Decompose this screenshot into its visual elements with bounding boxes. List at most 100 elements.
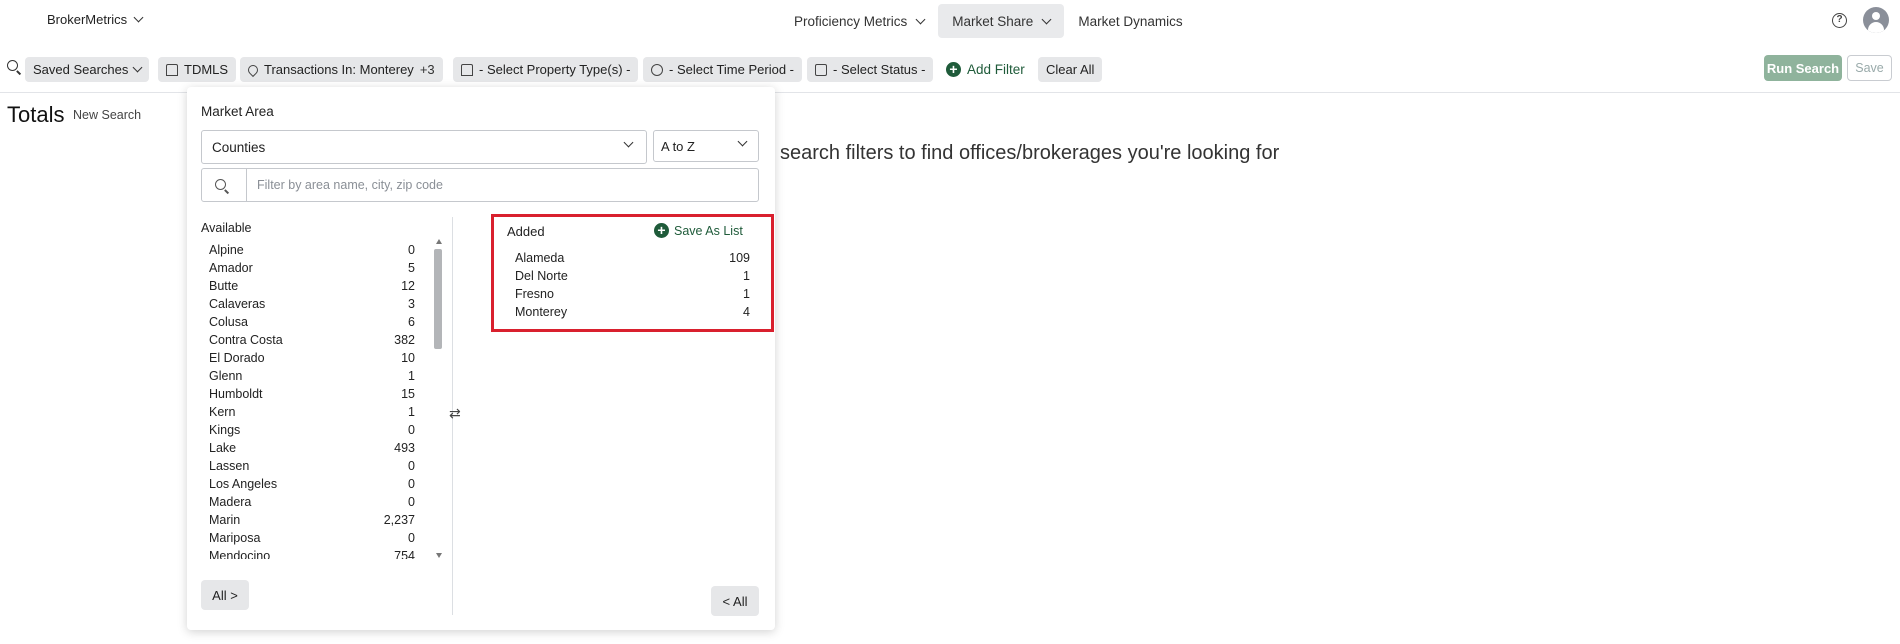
empty-state-hint: search filters to find offices/brokerage… [780, 142, 1280, 164]
list-item[interactable]: Marin 2,237 [209, 511, 415, 529]
divider [246, 169, 247, 201]
saved-searches-dropdown[interactable]: Saved Searches [25, 57, 150, 82]
available-list[interactable]: Alpine 0 Amador 5 Butte 12 Calaveras 3 Colusa 6 Co… [209, 241, 415, 559]
time-period-chip[interactable]: - Select Time Period - [643, 57, 802, 82]
area-count: 12 [401, 279, 415, 293]
list-item[interactable]: Mariposa 0 [209, 529, 415, 547]
status-chip[interactable]: - Select Status - [807, 57, 934, 82]
chip-label: Saved Searches [33, 62, 129, 77]
list-item[interactable]: Butte 12 [209, 277, 415, 295]
add-all-button[interactable]: All > [201, 580, 249, 610]
save-as-list-button[interactable]: + Save As List [654, 223, 743, 238]
area-name: Del Norte [515, 269, 568, 283]
home-icon [461, 63, 473, 76]
list-item[interactable]: Madera 0 [209, 493, 415, 511]
list-item[interactable]: Lassen 0 [209, 457, 415, 475]
added-list[interactable]: Alameda 109 Del Norte 1 Fresno 1 Monterey 4 [515, 249, 750, 321]
scroll-down-icon[interactable] [436, 553, 442, 558]
plus-circle-icon: + [946, 62, 961, 77]
area-name: Butte [209, 279, 239, 293]
list-item[interactable]: Glenn 1 [209, 367, 415, 385]
list-item[interactable]: Del Norte 1 [515, 267, 750, 285]
list-item[interactable]: Calaveras 3 [209, 295, 415, 313]
add-filter-button[interactable]: + Add Filter [946, 57, 1025, 82]
tab-label: Market Share [952, 13, 1034, 29]
mls-chip[interactable]: TDMLS [158, 57, 237, 82]
tab-market-dynamics[interactable]: Market Dynamics [1064, 4, 1196, 38]
area-count: 0 [408, 243, 415, 257]
search-icon[interactable] [7, 60, 18, 71]
list-item[interactable]: Lake 493 [209, 439, 415, 457]
avatar-body [1868, 22, 1884, 33]
briefcase-icon [815, 63, 827, 76]
area-count: 3 [408, 297, 415, 311]
chevron-down-icon [1041, 14, 1052, 24]
area-name: Lake [209, 441, 237, 455]
select-value: A to Z [661, 138, 695, 154]
top-nav: BrokerMetrics Proficiency Metrics Market… [0, 0, 1900, 41]
popup-title: Market Area [201, 104, 274, 119]
transactions-chip[interactable]: Transactions In: Monterey +3 [240, 57, 443, 82]
area-count: 382 [394, 333, 415, 347]
scroll-thumb[interactable] [434, 249, 442, 349]
list-item[interactable]: Alpine 0 [209, 241, 415, 259]
list-item[interactable]: Contra Costa 382 [209, 331, 415, 349]
avatar[interactable] [1863, 7, 1889, 33]
list-item[interactable]: Los Angeles 0 [209, 475, 415, 493]
area-count: 4 [743, 305, 750, 319]
avatar-head [1872, 12, 1880, 20]
list-item[interactable]: Kings 0 [209, 421, 415, 439]
area-count: 0 [408, 423, 415, 437]
tab-market-share[interactable]: Market Share [938, 4, 1065, 38]
tab-proficiency-metrics[interactable]: Proficiency Metrics [780, 4, 938, 38]
chevron-down-icon [623, 137, 634, 148]
save-button[interactable]: Save [1847, 55, 1892, 81]
clear-all-button[interactable]: Clear All [1038, 57, 1103, 82]
list-item[interactable]: Kern 1 [209, 403, 415, 421]
area-name: Humboldt [209, 387, 263, 401]
page-title: Totals [7, 102, 65, 127]
area-count: 1 [408, 405, 415, 419]
sort-select[interactable]: A to Z [653, 130, 759, 162]
available-scrollbar[interactable] [434, 239, 444, 561]
added-panel: Added + Save As List Alameda 109 Del Norte… [491, 214, 774, 332]
chip-label: Clear All [1046, 62, 1095, 77]
new-search-link[interactable]: New Search [73, 108, 141, 122]
area-count: 10 [401, 351, 415, 365]
building-icon [166, 63, 178, 76]
list-item[interactable]: Mendocino 754 [209, 547, 415, 559]
area-count: 0 [408, 531, 415, 545]
scroll-up-icon[interactable] [436, 239, 442, 244]
list-item[interactable]: Alameda 109 [515, 249, 750, 267]
list-item[interactable]: Amador 5 [209, 259, 415, 277]
nav-tabs: Proficiency Metrics Market Share Market … [780, 4, 1197, 38]
property-type-chip[interactable]: - Select Property Type(s) - [453, 57, 639, 82]
chevron-down-icon [133, 12, 144, 23]
list-item[interactable]: El Dorado 10 [209, 349, 415, 367]
area-name: Mendocino [209, 549, 271, 559]
area-count: 1 [743, 269, 750, 283]
chevron-down-icon [132, 62, 143, 73]
list-item[interactable]: Humboldt 15 [209, 385, 415, 403]
area-type-select[interactable]: Counties [201, 130, 647, 164]
help-icon[interactable]: ? [1832, 13, 1847, 28]
area-filter-field [201, 168, 759, 202]
remove-all-button[interactable]: < All [711, 586, 759, 616]
added-label: Added [507, 224, 545, 239]
chip-label: - Select Time Period - [669, 62, 794, 77]
chip-label: - Select Status - [833, 62, 926, 77]
area-filter-input[interactable] [257, 175, 747, 195]
area-name: Kern [209, 405, 236, 419]
area-count: 2,237 [383, 513, 415, 527]
chevron-down-icon [915, 14, 926, 24]
list-item[interactable]: Colusa 6 [209, 313, 415, 331]
area-name: Madera [209, 495, 252, 509]
area-name: Los Angeles [209, 477, 278, 491]
list-item[interactable]: Monterey 4 [515, 303, 750, 321]
brand-menu[interactable]: BrokerMetrics [47, 12, 144, 27]
search-icon [215, 179, 226, 190]
area-name: Mariposa [209, 531, 261, 545]
run-search-button[interactable]: Run Search [1764, 55, 1842, 81]
select-value: Counties [212, 139, 266, 155]
list-item[interactable]: Fresno 1 [515, 285, 750, 303]
